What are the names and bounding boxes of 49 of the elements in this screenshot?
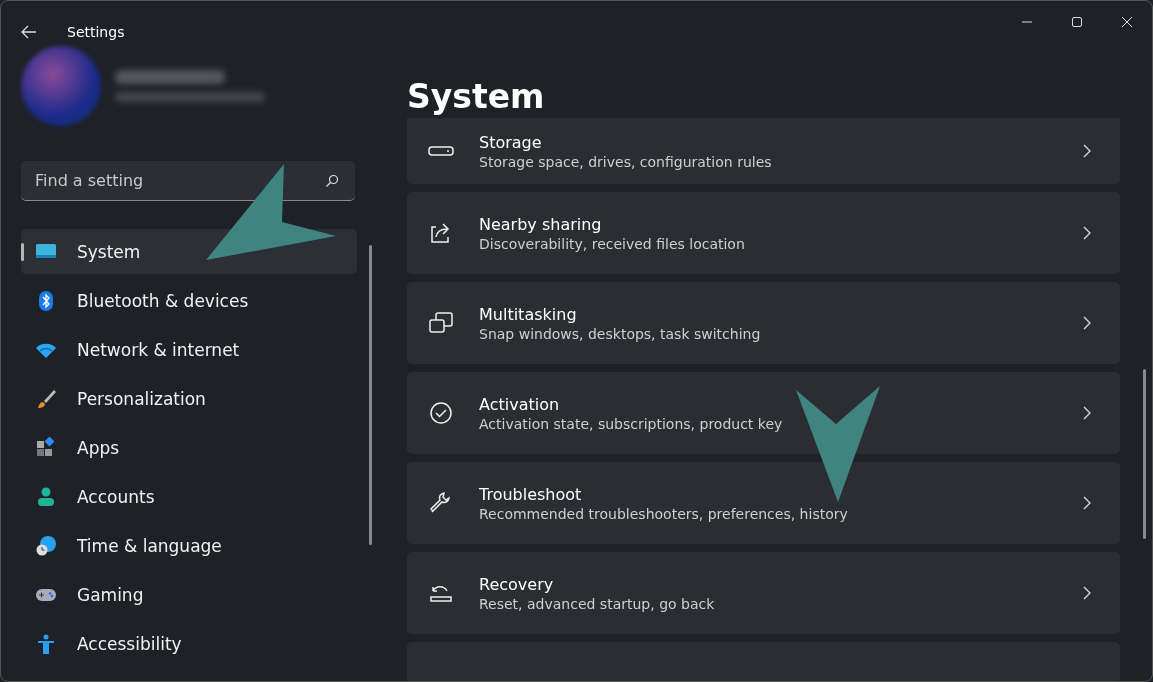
card-description: Activation state, subscriptions, product key: [479, 415, 784, 432]
back-arrow-icon: [21, 25, 37, 39]
maximize-icon: [1071, 16, 1083, 28]
card-title: Recovery: [479, 574, 555, 594]
chevron-icon: [1082, 586, 1092, 600]
card-description: Discoverability, received files location: [479, 235, 746, 252]
paintbrush-icon: [35, 387, 57, 410]
sidebar-item[interactable]: Apps: [21, 425, 357, 470]
chevron-icon: [1082, 226, 1092, 240]
settings-card[interactable]: Troubleshoot Recommended troubleshooters, preferences, history: [407, 462, 1120, 544]
sidebar-item[interactable]: Bluetooth & devices: [21, 278, 357, 323]
card-title: Activation: [479, 394, 561, 414]
card-description: Reset, advanced startup, go back: [479, 595, 716, 612]
sidebar-item[interactable]: Accounts: [21, 474, 357, 519]
person-icon: [35, 485, 57, 508]
card-title: Multitasking: [479, 304, 578, 324]
settings-card[interactable]: Storage Storage space, drives, configuration rules: [407, 118, 1120, 184]
sidebar-item[interactable]: Network & internet: [21, 327, 357, 372]
sidebar-item[interactable]: Time & language: [21, 523, 357, 568]
accessibility-icon: [35, 632, 57, 655]
window-title: Settings: [67, 24, 125, 40]
chevron-icon: [1082, 496, 1092, 510]
search-icon: [325, 174, 339, 188]
chevron-icon: [1082, 144, 1092, 158]
apps-icon: [35, 436, 57, 459]
close-icon: [1121, 16, 1133, 28]
card-description: Recommended troubleshooters, preferences, history: [479, 505, 849, 522]
chevron-icon: [1082, 316, 1092, 330]
sidebar-item[interactable]: Gaming: [21, 572, 357, 617]
settings-card[interactable]: Multitasking Snap windows, desktops, task switching: [407, 282, 1120, 364]
settings-card[interactable]: [407, 642, 1120, 681]
settings-card[interactable]: Activation Activation state, subscriptions, product key: [407, 372, 1120, 454]
windows-icon: [427, 311, 455, 335]
card-description: Storage space, drives, configuration rules: [479, 153, 773, 170]
card-title: Storage: [479, 132, 543, 152]
search-field[interactable]: Find a setting: [21, 161, 355, 201]
card-title: Nearby sharing: [479, 214, 603, 234]
sidebar-item[interactable]: Personalization: [21, 376, 357, 421]
card-description: Snap windows, desktops, task switching: [479, 325, 762, 342]
chevron-icon: [1082, 406, 1092, 420]
settings-card[interactable]: Nearby sharing Discoverability, received files location: [407, 192, 1120, 274]
settings-card[interactable]: Recovery Reset, advanced startup, go back: [407, 552, 1120, 634]
page-title: System: [407, 77, 546, 116]
card-title: Troubleshoot: [479, 484, 583, 504]
scrollbar[interactable]: [1143, 369, 1146, 539]
scrollbar[interactable]: [369, 245, 372, 545]
checkmark-circle-icon: [427, 401, 455, 425]
globe-clock-icon: [35, 534, 57, 557]
sidebar-item[interactable]: Accessibility: [21, 621, 357, 666]
